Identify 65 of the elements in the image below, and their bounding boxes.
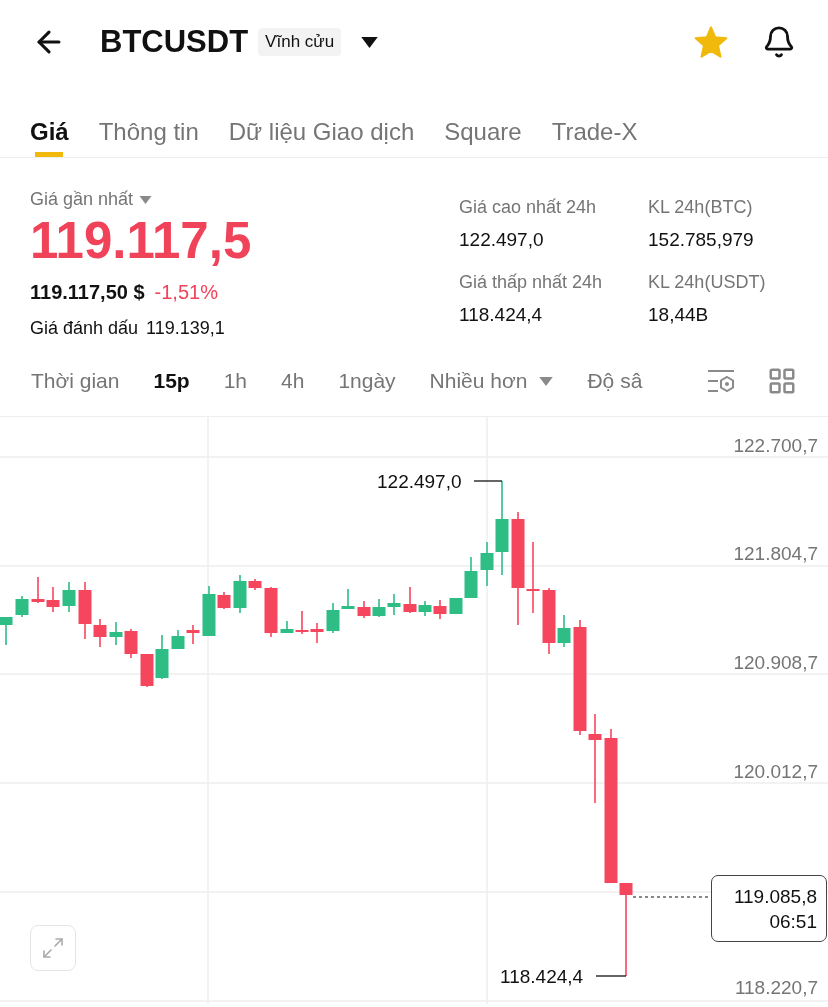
high-price-label: 122.497,0 [377, 472, 462, 491]
candle [387, 593, 401, 616]
stat-value: 152.785,979 [648, 228, 755, 252]
bell-icon[interactable] [762, 25, 796, 59]
usd-price: 119.117,50 $ [30, 280, 145, 305]
candle [357, 600, 371, 619]
expand-icon [41, 936, 65, 960]
caret-icon [539, 376, 554, 386]
last-price: 119.117,5 [30, 213, 253, 269]
candle [372, 598, 386, 618]
tab[interactable]: Thông tin [98, 84, 199, 157]
interval-tab[interactable]: 4h [281, 365, 305, 397]
tab[interactable]: Square [444, 84, 522, 157]
candle [264, 586, 278, 638]
tab[interactable]: Trade-X [551, 84, 638, 157]
stat-label: KL 24h(BTC) [648, 196, 754, 219]
stat-label: KL 24h(USDT) [648, 270, 767, 294]
tab[interactable]: Dữ liệu Giao dịch [228, 84, 415, 157]
interval-tab[interactable]: 15p [153, 365, 190, 397]
stat-value: 122.497,0 [459, 228, 545, 252]
candle [31, 576, 45, 604]
candle [186, 624, 200, 645]
candle [0, 616, 13, 646]
contract-badge: Vĩnh cửu [258, 28, 342, 56]
candle [62, 581, 76, 613]
leader-line [473, 480, 503, 482]
time-label: Thời gian [31, 368, 120, 395]
fullscreen-button[interactable] [30, 925, 76, 971]
caret-icon [139, 195, 153, 204]
symbol-title: BTCUSDT [100, 22, 249, 61]
last-price-value: 119.085,8 [733, 886, 817, 906]
interval-tab[interactable]: 1h [223, 365, 248, 397]
axis-label: 121.804,7 [733, 544, 818, 563]
candle [155, 634, 169, 680]
price-change: -1,51% [154, 280, 218, 305]
axis-label: 122.700,7 [733, 436, 818, 455]
star-icon[interactable] [694, 26, 728, 58]
stat-label: Giá cao nhất 24h [459, 196, 598, 219]
candle [124, 628, 138, 659]
layout-grid-icon[interactable] [767, 366, 797, 396]
low-price-label: 118.424,4 [500, 967, 584, 986]
interval-tab[interactable]: Độ sâ [587, 365, 643, 397]
stat-value: 18,44B [648, 302, 710, 327]
dropdown-caret-icon [361, 36, 379, 48]
axis-label: 120.012,7 [733, 762, 818, 781]
leader-line [595, 975, 627, 977]
candle [171, 629, 185, 650]
candle [46, 586, 60, 613]
countdown: 06:51 [769, 911, 817, 931]
candle [109, 621, 123, 646]
mark-price: 119.139,1 [146, 317, 225, 340]
tab[interactable]: Giá [30, 84, 69, 157]
price-label: Giá gần nhất [30, 188, 134, 211]
candle [433, 599, 447, 620]
mark-price-label: Giá đánh dấu [30, 317, 139, 340]
candle [310, 622, 324, 644]
more-dropdown[interactable]: Nhiều hơn [429, 365, 554, 397]
stat-value: 118.424,4 [459, 302, 544, 327]
indicator-settings-icon[interactable] [707, 368, 735, 394]
axis-label: 120.908,7 [733, 653, 818, 672]
interval-tab[interactable]: 1ngày [338, 365, 396, 397]
candle [140, 653, 154, 688]
candle [15, 595, 29, 618]
stat-label: Giá thấp nhất 24h [459, 270, 604, 294]
axis-label: 118.220,7 [734, 978, 818, 997]
